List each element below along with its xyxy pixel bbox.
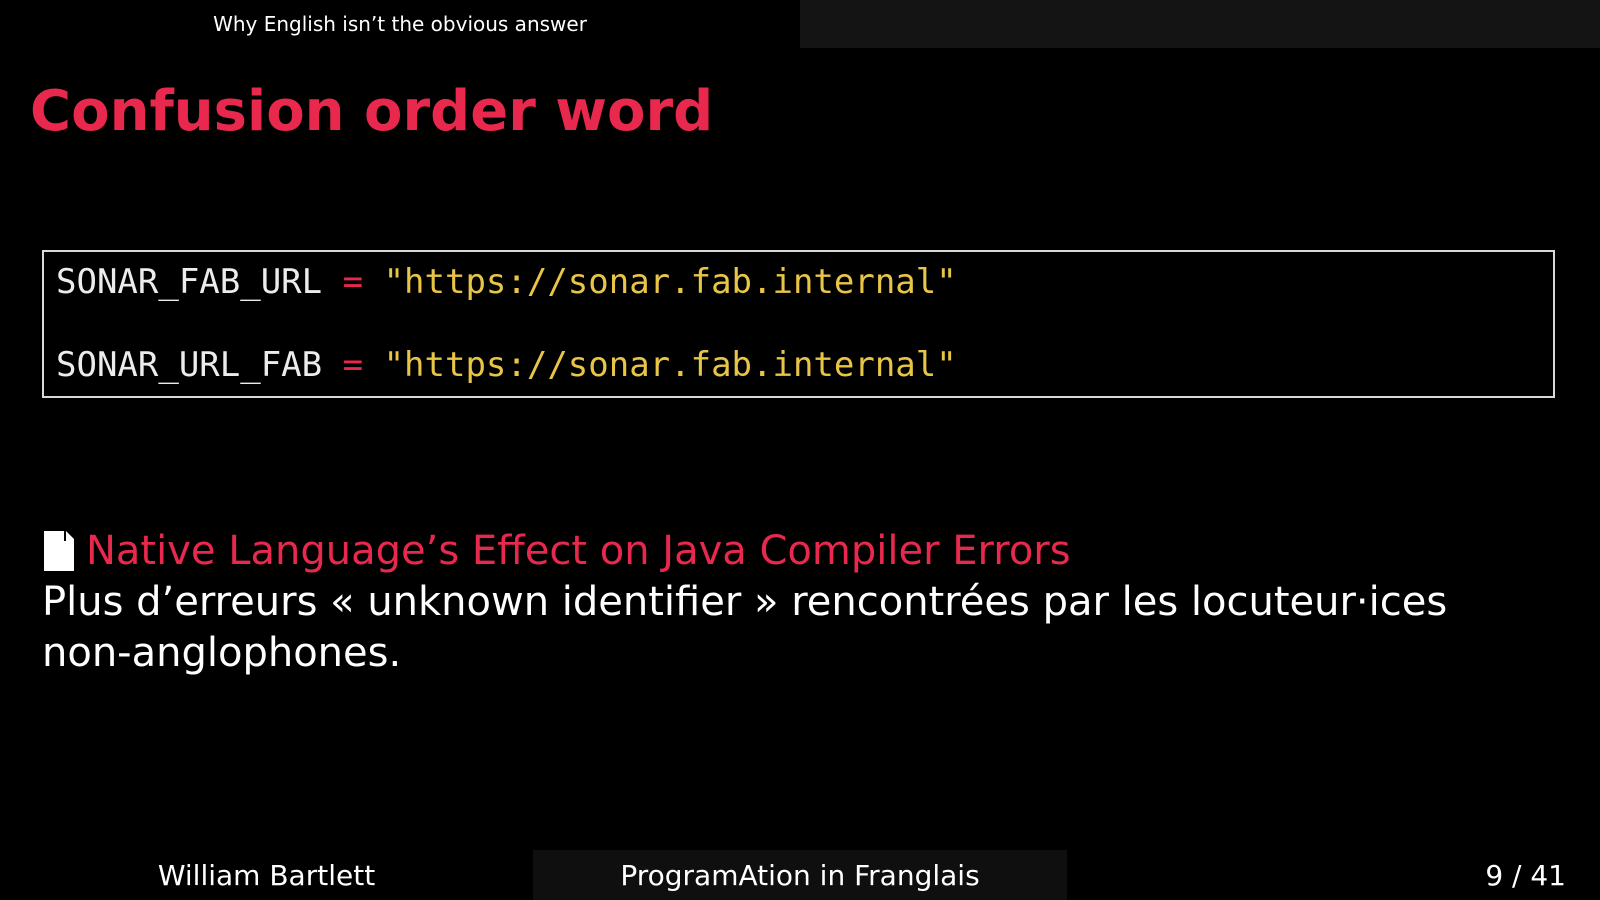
footer-page-number: 9 / 41 [1067, 850, 1600, 900]
file-icon [42, 529, 76, 573]
header-filler [800, 0, 1600, 48]
assignment-operator: = [342, 345, 364, 385]
code-block: SONAR_FAB_URL = "https://sonar.fab.inter… [42, 250, 1555, 398]
header-bar: Why English isn’t the obvious answer [0, 0, 1600, 48]
variable-name: SONAR_URL_FAB [56, 345, 323, 385]
footer-talk-title: ProgramAtion in Franglais [533, 850, 1067, 900]
footer-author: William Bartlett [0, 850, 533, 900]
reference-summary: Plus d’erreurs « unknown identifier » re… [42, 579, 1448, 676]
variable-name: SONAR_FAB_URL [56, 262, 323, 302]
code-line: SONAR_FAB_URL = "https://sonar.fab.inter… [56, 262, 957, 302]
assignment-operator: = [342, 262, 364, 302]
string-literal: "https://sonar.fab.internal" [383, 262, 957, 302]
code-line: SONAR_URL_FAB = "https://sonar.fab.inter… [56, 345, 957, 385]
section-title: Why English isn’t the obvious answer [0, 0, 800, 48]
reference-link[interactable]: Native Language’s Effect on Java Compile… [86, 526, 1071, 576]
slide-title: Confusion order word [30, 79, 714, 144]
string-literal: "https://sonar.fab.internal" [383, 345, 957, 385]
reference-line: Native Language’s Effect on Java Compile… [42, 526, 1071, 576]
page-counter: 9 / 41 [1485, 858, 1566, 892]
footer-bar: William Bartlett ProgramAtion in Frangla… [0, 850, 1600, 900]
